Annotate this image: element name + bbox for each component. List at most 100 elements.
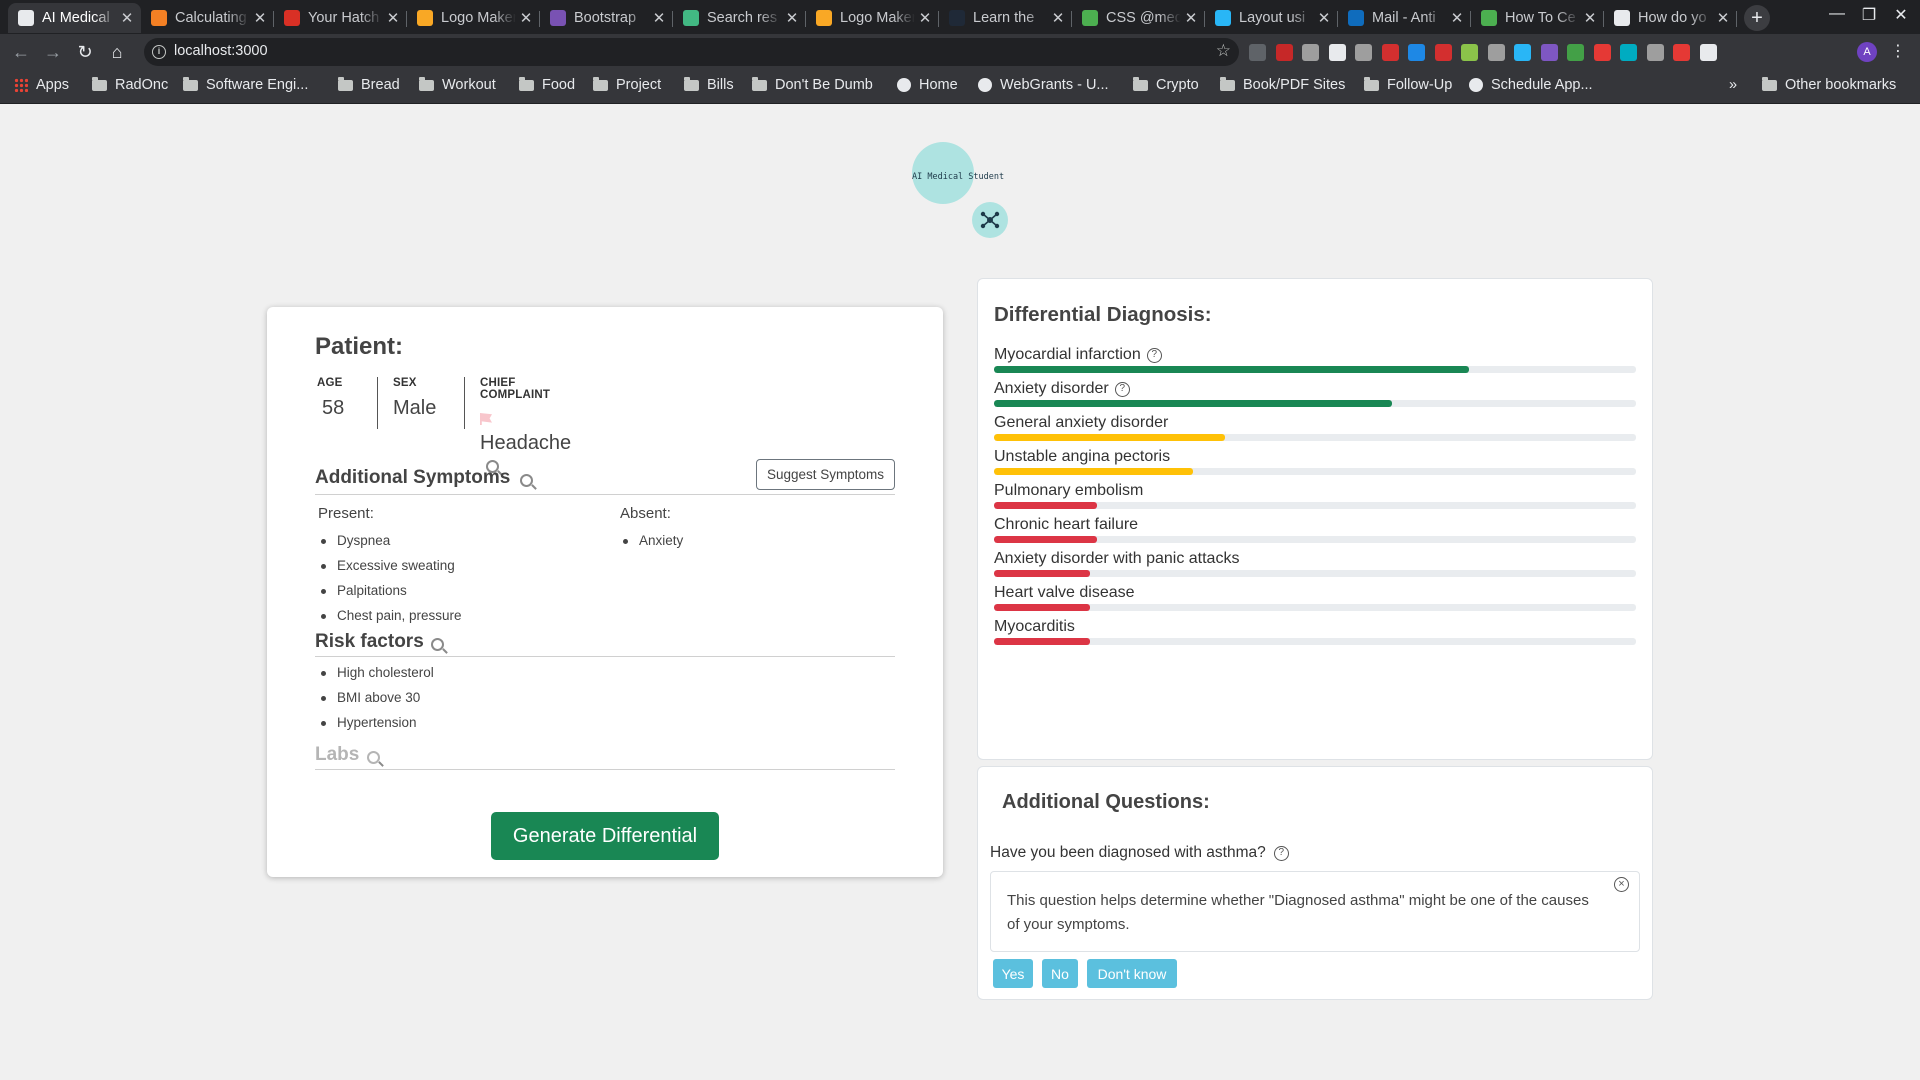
url-text[interactable]: localhost:3000	[174, 43, 268, 59]
bookmarks-overflow-button[interactable]: »	[1729, 77, 1737, 93]
close-tab-icon[interactable]: ✕	[250, 9, 270, 27]
browser-tab[interactable]: Search res ✕	[673, 3, 806, 33]
close-icon[interactable]: ×	[1614, 877, 1629, 892]
new-tab-button[interactable]: +	[1744, 5, 1770, 31]
maximize-icon[interactable]: ❐	[1854, 5, 1884, 25]
extension-icon[interactable]	[1328, 44, 1346, 61]
bookmark-item[interactable]: RadOnc	[92, 76, 168, 93]
extension-icon[interactable]	[1540, 44, 1558, 61]
extension-icon[interactable]	[1620, 44, 1637, 61]
search-icon[interactable]	[431, 638, 445, 651]
answer-dont-know-button[interactable]: Don't know	[1087, 959, 1177, 988]
bookmark-item[interactable]: Apps	[14, 77, 69, 93]
extension-icon[interactable]	[1567, 44, 1584, 61]
extension-icon[interactable]	[1408, 44, 1425, 61]
extension-icon[interactable]	[1646, 44, 1664, 61]
close-tab-icon[interactable]: ✕	[383, 9, 403, 27]
risk-factors-list: High cholesterol BMI above 30 Hypertension	[312, 663, 434, 738]
extension-icon[interactable]	[1249, 44, 1266, 61]
browser-tab[interactable]: How To Ce ✕	[1471, 3, 1604, 33]
search-icon[interactable]	[366, 751, 380, 764]
browser-tab[interactable]: Logo Maker ✕	[806, 3, 939, 33]
likelihood-fill	[994, 434, 1226, 441]
additional-questions-title: Additional Questions:	[1002, 791, 1210, 813]
close-tab-icon[interactable]: ✕	[1048, 9, 1068, 27]
close-tab-icon[interactable]: ✕	[516, 9, 536, 27]
diagnosis-label: Myocarditis	[994, 618, 1075, 635]
browser-tab[interactable]: CSS @med ✕	[1072, 3, 1205, 33]
extension-icon[interactable]	[1673, 44, 1690, 61]
close-tab-icon[interactable]: ✕	[1713, 9, 1733, 27]
bookmark-item[interactable]: Bread	[338, 76, 400, 93]
address-bar[interactable]: i localhost:3000 ☆	[144, 38, 1239, 66]
extension-icon[interactable]	[1434, 44, 1452, 61]
browser-tab[interactable]: Logo Maker ✕	[407, 3, 540, 33]
answer-no-button[interactable]: No	[1042, 959, 1078, 988]
close-tab-icon[interactable]: ✕	[915, 9, 935, 27]
menu-icon[interactable]: ⋮	[1890, 41, 1906, 61]
forward-icon[interactable]: →	[40, 40, 66, 64]
bookmark-item[interactable]: Schedule App...	[1469, 77, 1593, 93]
extension-icon[interactable]	[1487, 44, 1505, 61]
minimize-icon[interactable]: —	[1822, 5, 1852, 23]
close-tab-icon[interactable]: ✕	[1580, 9, 1600, 27]
bookmark-item[interactable]: Follow-Up	[1364, 76, 1452, 93]
bookmark-item[interactable]: WebGrants - U...	[978, 77, 1109, 93]
browser-tab[interactable]: Layout usi ✕	[1205, 3, 1338, 33]
bookmark-item[interactable]: Home	[897, 77, 958, 93]
close-window-icon[interactable]: ✕	[1886, 5, 1916, 25]
tab-title: Bootstrap	[574, 10, 637, 26]
close-tab-icon[interactable]: ✕	[649, 9, 669, 27]
patient-card: Patient: AGE 58 SEX Male CHIEF COMPLAINT…	[267, 307, 943, 877]
browser-tab[interactable]: AI Medical ✕	[8, 3, 141, 33]
bookmark-item[interactable]: Project	[593, 76, 661, 93]
extension-icon[interactable]	[1355, 44, 1372, 61]
extension-icon[interactable]	[1461, 44, 1478, 61]
profile-avatar[interactable]: A	[1857, 42, 1877, 62]
close-tab-icon[interactable]: ✕	[1447, 9, 1467, 27]
likelihood-fill	[994, 604, 1091, 611]
other-bookmarks[interactable]: Other bookmarks	[1762, 76, 1896, 93]
browser-tab[interactable]: Learn the ✕	[939, 3, 1072, 33]
help-icon[interactable]: ?	[1273, 845, 1289, 861]
bookmark-star-icon[interactable]: ☆	[1216, 41, 1231, 61]
site-info-icon[interactable]: i	[152, 45, 166, 59]
bookmark-item[interactable]: Don't Be Dumb	[752, 76, 873, 93]
browser-tab[interactable]: Mail - Anti ✕	[1338, 3, 1471, 33]
chief-complaint-value[interactable]: Headache	[480, 432, 571, 454]
search-icon[interactable]	[519, 474, 533, 487]
browser-tab[interactable]: How do yo ✕	[1604, 3, 1737, 33]
diagnosis-row: Unstable angina pectoris	[994, 447, 1636, 481]
close-tab-icon[interactable]: ✕	[782, 9, 802, 27]
extension-icon[interactable]	[1302, 44, 1319, 61]
help-icon[interactable]: ?	[1146, 347, 1162, 363]
back-icon[interactable]: ←	[8, 40, 34, 64]
close-tab-icon[interactable]: ✕	[1181, 9, 1201, 27]
bookmark-item[interactable]: Workout	[419, 76, 496, 93]
home-icon[interactable]: ⌂	[104, 40, 130, 64]
answer-yes-button[interactable]: Yes	[993, 959, 1033, 988]
bookmark-item[interactable]: Crypto	[1133, 76, 1199, 93]
close-tab-icon[interactable]: ✕	[1314, 9, 1334, 27]
suggest-symptoms-button[interactable]: Suggest Symptoms	[756, 459, 895, 490]
diagnosis-label: Anxiety disorder	[994, 380, 1109, 397]
app-logo[interactable]: AI Medical Student	[910, 142, 1010, 242]
reload-icon[interactable]: ↻	[72, 40, 98, 64]
close-tab-icon[interactable]: ✕	[117, 9, 137, 27]
generate-differential-button[interactable]: Generate Differential	[491, 812, 719, 860]
bookmark-item[interactable]: Bills	[684, 76, 734, 93]
browser-chrome: AI Medical ✕ Calculating ✕ Your Hatch ✕ Logo M…	[0, 0, 1920, 104]
browser-tab[interactable]: Your Hatch ✕	[274, 3, 407, 33]
browser-tab[interactable]: Calculating ✕	[141, 3, 274, 33]
extension-icon[interactable]	[1381, 44, 1399, 61]
bookmark-item[interactable]: Book/PDF Sites	[1220, 76, 1345, 93]
extension-icon[interactable]	[1275, 44, 1293, 61]
bookmark-item[interactable]: Software Engi...	[183, 76, 308, 93]
present-label: Present:	[318, 505, 374, 522]
extension-icon[interactable]	[1699, 44, 1717, 61]
bookmark-item[interactable]: Food	[519, 76, 575, 93]
extension-icon[interactable]	[1514, 44, 1531, 61]
help-icon[interactable]: ?	[1114, 381, 1130, 397]
browser-tab[interactable]: Bootstrap ✕	[540, 3, 673, 33]
extension-icon[interactable]	[1593, 44, 1611, 61]
